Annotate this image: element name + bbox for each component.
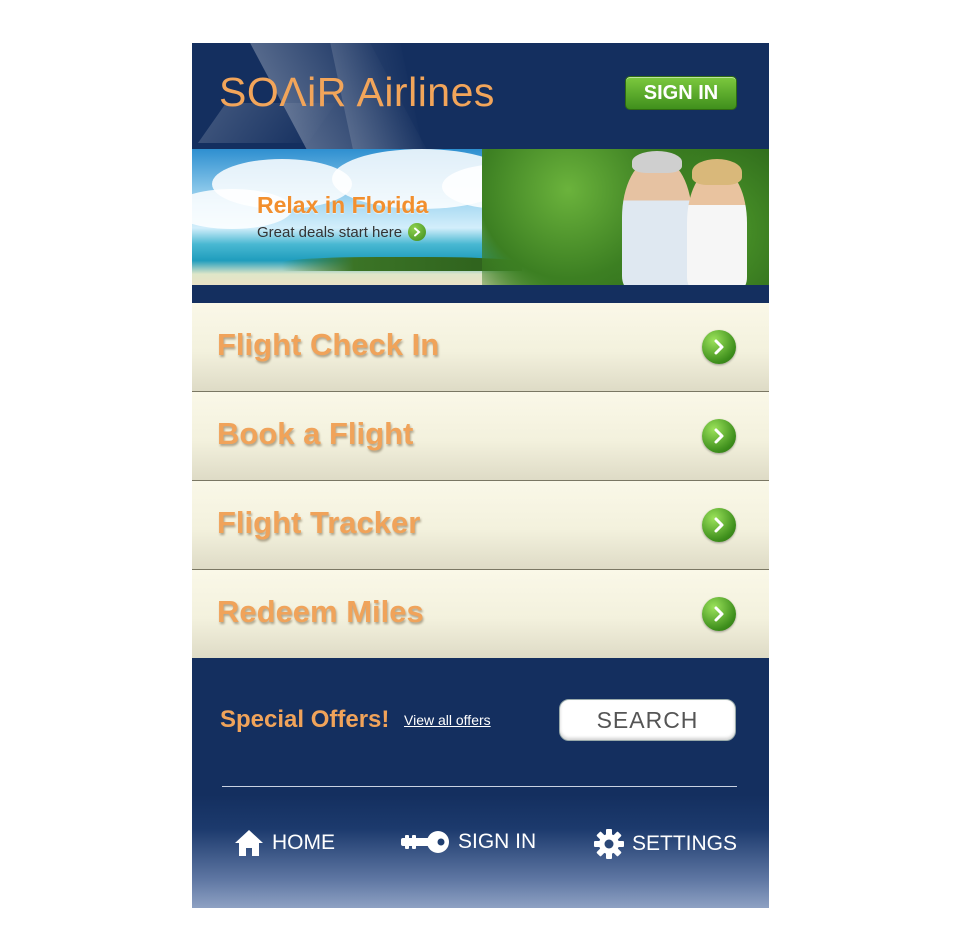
couple-photo-man-hair (632, 151, 682, 173)
promo-subtitle-link[interactable]: Great deals start here (257, 223, 427, 241)
menu-item-label: Flight Check In (217, 327, 440, 362)
search-button[interactable]: SEARCH (559, 699, 736, 741)
chevron-right-icon[interactable] (702, 419, 736, 453)
home-icon (234, 829, 264, 857)
nav-sign-in[interactable]: SIGN IN (400, 829, 536, 855)
nav-sign-in-label: SIGN IN (458, 830, 537, 853)
menu-item-label: Book a Flight (217, 416, 414, 451)
menu-item-book-a-flight[interactable]: Book a Flight (192, 392, 769, 481)
nav-home-label: HOME (272, 831, 335, 854)
nav-settings[interactable]: SETTINGS (594, 829, 737, 859)
divider (222, 786, 737, 787)
menu-item-redeem-miles[interactable]: Redeem Miles (192, 570, 769, 658)
menu-item-flight-check-in[interactable]: Flight Check In (192, 303, 769, 392)
key-icon (400, 829, 450, 855)
promo-title: Relax in Florida (257, 192, 429, 218)
nav-home[interactable]: HOME (234, 829, 335, 857)
couple-photo-man (622, 159, 692, 285)
promo-banner[interactable]: Relax in Florida Great deals start here (192, 149, 769, 285)
chevron-right-icon[interactable] (702, 597, 736, 631)
gear-icon (594, 829, 624, 859)
chevron-right-icon[interactable] (702, 330, 736, 364)
main-menu: Flight Check In Book a Flight Flight Tra… (192, 303, 769, 658)
promo-subtitle: Great deals start here (257, 223, 403, 241)
chevron-right-icon[interactable] (702, 508, 736, 542)
chevron-right-icon[interactable] (408, 223, 427, 241)
menu-item-label: Redeem Miles (217, 594, 424, 629)
menu-item-label: Flight Tracker (217, 505, 421, 540)
nav-settings-label: SETTINGS (632, 832, 738, 855)
bottom-nav: HOME SIGN IN SETTINGS (192, 795, 769, 908)
couple-photo-woman-hair (692, 159, 742, 185)
app-screen: SOΛiR Airlines SIGN IN Relax in Florida … (192, 43, 769, 908)
airline-logo: SOΛiR Airlines (219, 69, 495, 115)
header: SOΛiR Airlines SIGN IN (192, 43, 769, 149)
menu-item-flight-tracker[interactable]: Flight Tracker (192, 481, 769, 570)
view-all-offers-link[interactable]: View all offers (404, 712, 491, 728)
sign-in-button[interactable]: SIGN IN (625, 76, 737, 110)
special-offers-title: Special Offers! (220, 706, 390, 733)
couple-photo-woman (687, 169, 747, 285)
